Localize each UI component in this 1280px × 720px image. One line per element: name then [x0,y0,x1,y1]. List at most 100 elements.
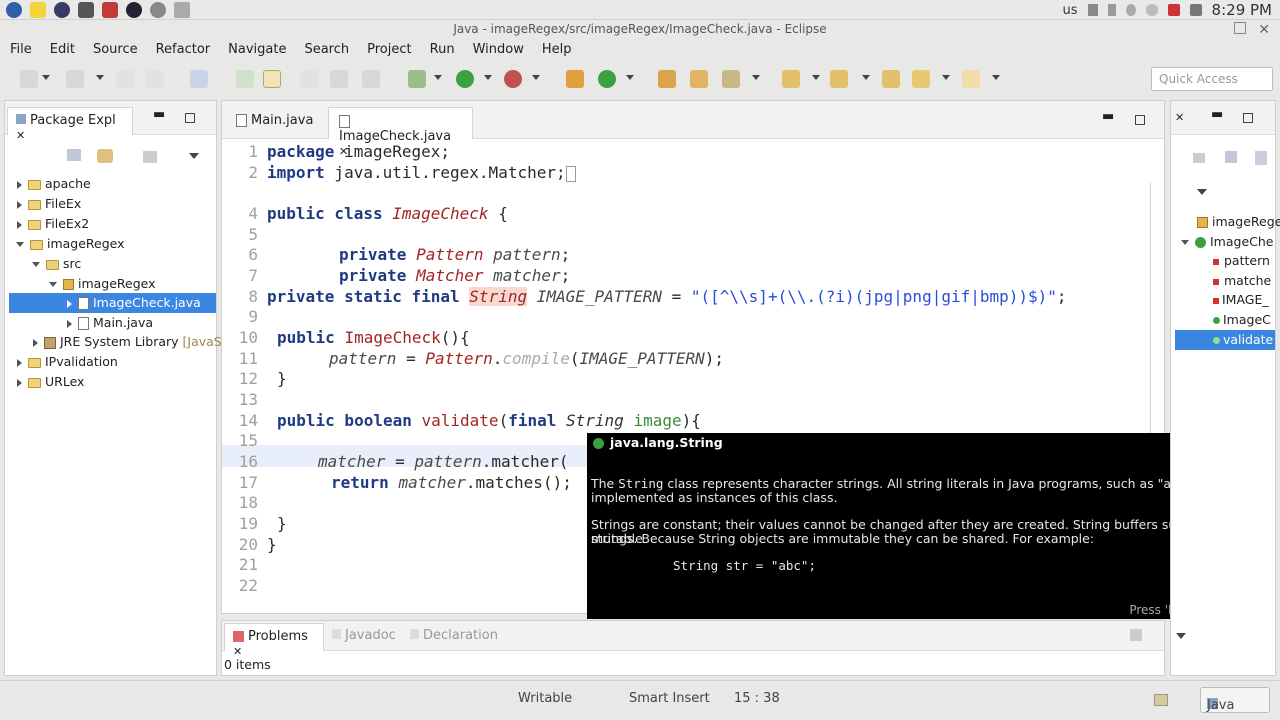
close-tab-icon[interactable]: ✕ [1175,111,1184,124]
network-icon[interactable] [1145,4,1158,16]
run-dropdown-icon[interactable] [484,75,492,80]
tree-item-apache[interactable]: apache [17,174,91,194]
tree-item-src[interactable]: src [32,254,81,274]
menu-search[interactable]: Search [304,38,357,62]
open-perspective-icon[interactable] [1154,694,1168,706]
open-resource-icon[interactable] [690,70,708,88]
bluetooth-icon[interactable] [1125,4,1136,16]
run-icon[interactable] [456,70,474,88]
maximize-panel-icon[interactable] [1135,115,1145,125]
javadoc-hover-tooltip[interactable]: java.lang.String The String class repres… [587,433,1244,619]
tree-item-imageregex-project[interactable]: imageRegex [16,234,125,254]
keyboard-layout[interactable]: us [1063,3,1078,18]
collapse-all-icon[interactable] [67,149,81,161]
maximize-panel-icon[interactable] [185,113,195,123]
next-annotation-dropdown-icon[interactable] [812,75,820,80]
skip-breakpoints-icon[interactable] [190,70,208,88]
sort-icon[interactable] [1255,151,1267,165]
open-task-icon[interactable] [236,70,254,88]
java-perspective-button[interactable]: Java [1200,687,1270,713]
volume-icon[interactable] [1087,4,1098,16]
tree-item-fileex[interactable]: FileEx [17,194,81,214]
link-editor-icon[interactable] [97,149,113,163]
tree-item-urlex[interactable]: URLex [17,372,84,392]
menu-edit[interactable]: Edit [50,38,83,62]
search-dropdown-icon[interactable] [752,75,760,80]
hide-fields-icon[interactable] [1193,153,1205,163]
window-icon[interactable] [174,2,190,18]
outline-item-package[interactable]: imageRege [1197,212,1280,232]
prev-annotation-icon[interactable] [830,70,848,88]
next-annotation-icon[interactable] [782,70,800,88]
menu-file[interactable]: File [10,38,40,62]
view-menu-icon[interactable] [1176,633,1186,639]
forward-icon[interactable] [962,70,980,88]
tab-package-explorer[interactable]: Package Expl ✕ [7,107,133,142]
annotation-icon[interactable] [300,70,318,88]
shield-icon[interactable] [1167,4,1180,16]
new-type-icon[interactable] [66,70,84,88]
open-type-icon[interactable] [658,70,676,88]
tree-item-fileex2[interactable]: FileEx2 [17,214,89,234]
files-icon[interactable] [30,2,46,18]
debug-dropdown-icon[interactable] [434,75,442,80]
view-menu-icon[interactable] [1197,189,1207,195]
tab-declaration[interactable]: Declaration [406,623,502,651]
disc-icon[interactable] [126,2,142,18]
quick-access-input[interactable]: Quick Access [1151,67,1273,91]
tab-problems[interactable]: Problems ✕ [224,623,324,658]
battery-icon[interactable] [1107,4,1116,16]
minimize-icon[interactable]: ▬ [153,107,165,122]
new-type-dropdown-icon[interactable] [96,75,104,80]
settings-icon[interactable] [150,2,166,18]
prev-annotation-dropdown-icon[interactable] [862,75,870,80]
debug-icon[interactable] [408,70,426,88]
menu-window[interactable]: Window [473,38,532,62]
tree-item-ipvalidation[interactable]: IPvalidation [17,352,118,372]
coverage-icon[interactable] [504,70,522,88]
coverage-dropdown-icon[interactable] [532,75,540,80]
back-icon[interactable] [912,70,930,88]
new-class-dropdown-icon[interactable] [626,75,634,80]
new-icon[interactable] [20,70,38,88]
tree-item-main-java[interactable]: Main.java [67,313,153,333]
outline-item-constructor[interactable]: ImageC [1213,310,1271,330]
view-menu-icon[interactable] [189,153,199,159]
last-edit-icon[interactable] [882,70,900,88]
new-class-icon[interactable] [598,70,616,88]
tab-imagecheck-java[interactable]: ImageCheck.java ✕ [328,107,473,158]
tree-item-imagecheck-java[interactable]: ImageCheck.java [9,293,216,313]
new-dropdown-icon[interactable] [42,75,50,80]
new-package-icon[interactable] [566,70,584,88]
tab-javadoc[interactable]: Javadoc [328,623,400,651]
outline-item-image-pattern[interactable]: IMAGE_ [1213,290,1269,310]
menu-help[interactable]: Help [542,38,580,62]
folded-imports-icon[interactable] [565,165,576,182]
save-icon[interactable] [116,70,134,88]
app-icon[interactable] [102,2,118,18]
collapse-all-icon[interactable] [1225,151,1237,163]
filter-icon[interactable] [1130,629,1142,641]
tree-item-jre-library[interactable]: JRE System Library [JavaS [33,332,222,352]
outline-item-matcher[interactable]: matche [1213,271,1271,291]
browser-icon[interactable] [54,2,70,18]
close-icon[interactable]: ✕ [1258,22,1270,38]
filter-icon[interactable] [143,151,157,163]
mail-icon[interactable] [1189,4,1202,16]
save-all-icon[interactable] [146,70,164,88]
maximize-panel-icon[interactable] [1243,113,1253,123]
eclipse-icon[interactable] [78,2,94,18]
outline-item-validate[interactable]: validate [1175,330,1275,350]
outline-item-class[interactable]: ImageChe [1181,232,1274,252]
minimize-icon[interactable]: ▬ [1211,107,1223,122]
maximize-icon[interactable] [1234,22,1246,34]
menu-source[interactable]: Source [93,38,146,62]
clock[interactable]: 8:29 PM [1212,1,1272,19]
outline-item-pattern[interactable]: pattern [1213,251,1270,271]
menu-run[interactable]: Run [430,38,463,62]
minimize-icon[interactable]: ▬ [1102,109,1114,124]
block-selection-icon[interactable] [330,70,348,88]
whitespace-icon[interactable] [362,70,380,88]
forward-dropdown-icon[interactable] [992,75,1000,80]
fedora-icon[interactable] [6,2,22,18]
